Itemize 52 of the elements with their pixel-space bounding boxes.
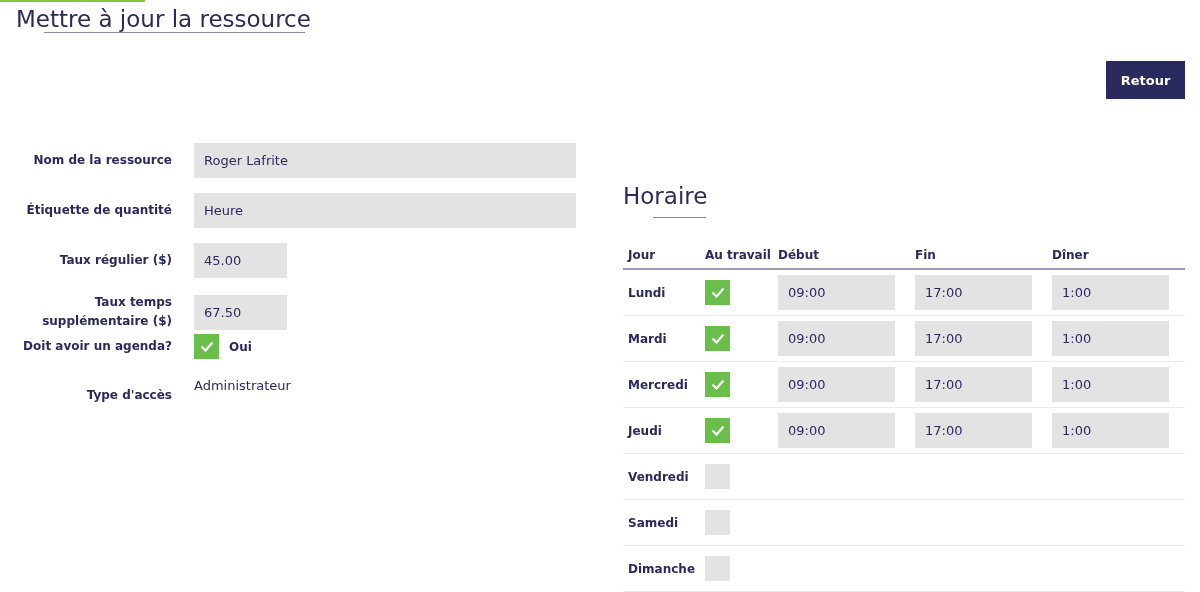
checkbox[interactable] xyxy=(705,372,730,397)
time-field[interactable]: 17:00 xyxy=(915,367,1032,402)
back-button[interactable]: Retour xyxy=(1106,61,1185,99)
time-field[interactable]: 1:00 xyxy=(1052,367,1169,402)
day-label: Vendredi xyxy=(628,469,690,484)
column-header: Au travail xyxy=(705,248,772,262)
time-field[interactable]: 09:00 xyxy=(778,367,895,402)
text-field[interactable]: 67.50 xyxy=(194,294,287,330)
text-field[interactable]: 45.00 xyxy=(194,243,287,278)
column-header: Dîner xyxy=(1052,248,1090,262)
time-field[interactable]: 17:00 xyxy=(915,275,1032,310)
checkbox[interactable] xyxy=(705,464,730,489)
time-field[interactable]: 1:00 xyxy=(1052,413,1169,448)
day-label: Mercredi xyxy=(628,377,689,392)
time-field[interactable]: 09:00 xyxy=(778,413,895,448)
check-icon xyxy=(710,379,725,390)
column-header: Fin xyxy=(915,248,937,262)
time-field[interactable]: 17:00 xyxy=(915,321,1032,356)
time-field[interactable]: 17:00 xyxy=(915,413,1032,448)
page-title: Mettre à jour la ressource xyxy=(16,6,311,32)
day-label: Lundi xyxy=(628,285,667,300)
check-icon xyxy=(199,341,214,352)
text-field[interactable]: Roger Lafrite xyxy=(194,143,576,178)
time-field[interactable]: 1:00 xyxy=(1052,321,1169,356)
field-label: Étiquette de quantité xyxy=(25,201,172,219)
text-field[interactable]: Heure xyxy=(194,193,576,228)
day-label: Jeudi xyxy=(628,423,663,438)
check-icon xyxy=(710,425,725,436)
time-field[interactable]: 09:00 xyxy=(778,275,895,310)
checkbox[interactable] xyxy=(705,326,730,351)
day-label: Samedi xyxy=(628,515,680,530)
check-icon xyxy=(710,333,725,344)
time-field[interactable]: 09:00 xyxy=(778,321,895,356)
field-label: Nom de la ressource xyxy=(32,152,172,169)
day-label: Mardi xyxy=(628,331,668,346)
check-icon xyxy=(710,287,725,298)
time-field[interactable]: 1:00 xyxy=(1052,275,1169,310)
field-label: Type d'accès xyxy=(85,387,172,404)
checkbox[interactable] xyxy=(705,510,730,535)
checkbox[interactable] xyxy=(705,280,730,305)
checkbox[interactable] xyxy=(705,556,730,581)
section-title: Horaire xyxy=(623,183,709,209)
field-value: Administrateur xyxy=(194,378,291,393)
field-label: Doit avoir un agenda? xyxy=(22,338,172,355)
field-label: Taux régulier ($) xyxy=(58,252,172,269)
column-header: Jour xyxy=(628,248,657,262)
checkbox[interactable] xyxy=(705,418,730,443)
day-label: Dimanche xyxy=(628,561,696,576)
column-header: Début xyxy=(778,248,820,262)
checkbox[interactable] xyxy=(194,334,219,359)
field-label: Taux temps supplémentaire ($) xyxy=(41,294,172,330)
checkbox-label: Oui xyxy=(229,339,252,354)
